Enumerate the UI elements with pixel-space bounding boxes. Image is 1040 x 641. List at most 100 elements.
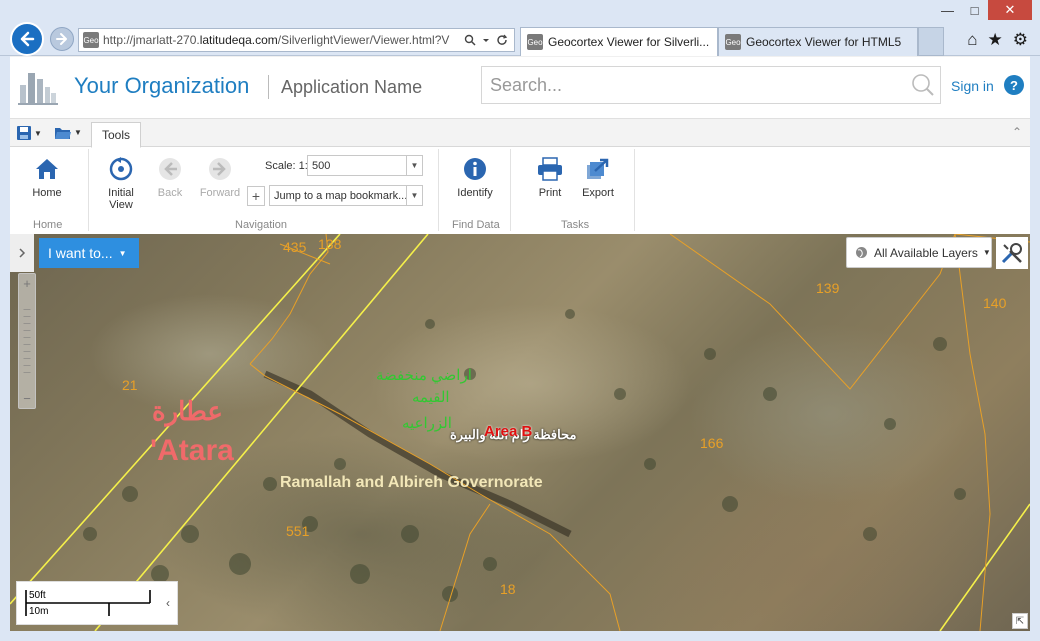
tab-label: Geocortex Viewer for Silverli...: [548, 35, 710, 49]
window-border-right: [1030, 56, 1040, 641]
parcel-label: 140: [983, 295, 1007, 311]
zoom-slider[interactable]: + — — — — — — — — — — −: [18, 273, 36, 409]
bookmark-select[interactable]: Jump to a map bookmark... ▼: [269, 185, 423, 206]
browser-back-button[interactable]: [10, 22, 44, 56]
side-panel-toggle[interactable]: [10, 234, 34, 272]
add-bookmark-button[interactable]: +: [247, 186, 265, 206]
tab-tools[interactable]: Tools: [91, 122, 141, 148]
arrow-left-icon: [20, 31, 35, 47]
chevron-down-icon[interactable]: [482, 34, 490, 46]
group-label-navigation: Navigation: [235, 219, 287, 231]
initial-view-button[interactable]: Initial View: [102, 155, 140, 211]
folder-icon: [55, 128, 71, 139]
export-icon: [584, 155, 612, 183]
export-label: Export: [582, 187, 614, 199]
gear-icon[interactable]: ⚙: [1013, 30, 1028, 50]
search-icon[interactable]: [464, 34, 476, 46]
print-button[interactable]: Print: [534, 155, 566, 199]
initial-view-label: Initial View: [108, 187, 134, 211]
collapse-toolbar-icon[interactable]: ⌃: [1012, 125, 1022, 139]
search-input[interactable]: [482, 67, 906, 103]
search-icon[interactable]: [906, 73, 940, 97]
expand-map-icon[interactable]: ⇱: [1012, 613, 1028, 629]
globe-icon: [856, 247, 867, 258]
site-favicon-icon: Geo: [725, 34, 741, 50]
header-divider: [268, 75, 269, 99]
zoom-out-icon[interactable]: −: [23, 391, 31, 406]
browser-chrome: — □ ✕ Geo http://jmarlatt-270.latitudeqa…: [0, 0, 1040, 56]
sign-in-link[interactable]: Sign in: [951, 78, 994, 94]
tab-html5-viewer[interactable]: Geo Geocortex Viewer for HTML5: [718, 27, 918, 56]
map-canvas[interactable]: 435 138 139 140 21 166 551 18 19 اراضي م…: [10, 234, 1030, 631]
export-button[interactable]: Export: [578, 155, 618, 199]
close-window-button[interactable]: ✕: [988, 0, 1032, 20]
window-border-bottom: [0, 631, 1040, 641]
group-divider: [510, 149, 511, 231]
initial-view-icon: [107, 155, 135, 183]
map-tools-button[interactable]: [996, 237, 1028, 269]
star-icon[interactable]: ★: [988, 30, 1003, 50]
chevron-down-icon: ▼: [982, 248, 991, 257]
zoom-track[interactable]: — — — — — — — — — —: [24, 306, 31, 376]
group-label-tasks: Tasks: [561, 219, 590, 231]
address-url[interactable]: http://jmarlatt-270.latitudeqa.com/Silve…: [103, 33, 458, 47]
identify-label: Identify: [457, 187, 493, 199]
scale-bar-feet: 50ft: [29, 590, 46, 601]
area-label: Area B: [484, 423, 533, 440]
land-use-label: اراضي منخفضة: [376, 367, 472, 384]
scale-select[interactable]: 500 ▼: [307, 155, 423, 176]
zoom-in-icon[interactable]: +: [23, 276, 31, 291]
maximize-button[interactable]: □: [961, 0, 988, 20]
forward-label: Forward: [199, 187, 241, 199]
browser-forward-button[interactable]: [50, 27, 74, 51]
help-icon[interactable]: ?: [1004, 75, 1024, 95]
scale-label: Scale: 1:: [265, 160, 308, 172]
site-favicon-icon: Geo: [527, 34, 543, 50]
open-menu[interactable]: ▼: [54, 125, 82, 140]
chevron-down-icon: ▼: [406, 156, 422, 175]
forward-button[interactable]: Forward: [198, 155, 242, 199]
arrow-right-icon: [206, 155, 234, 183]
address-bar[interactable]: Geo http://jmarlatt-270.latitudeqa.com/S…: [78, 28, 515, 52]
bookmark-placeholder: Jump to a map bookmark...: [274, 189, 408, 202]
arrow-left-icon: [156, 155, 184, 183]
layers-dropdown[interactable]: All Available Layers ▼: [846, 237, 992, 268]
parcel-label: 139: [816, 280, 840, 296]
org-name: Your Organization: [74, 73, 250, 98]
save-icon: [17, 126, 31, 140]
tools-icon: [1001, 243, 1022, 264]
refresh-icon[interactable]: [496, 34, 508, 46]
toolbar-tabstrip: ▼ ▼ Tools ⌃: [10, 119, 1030, 148]
back-button[interactable]: Back: [152, 155, 188, 199]
group-divider: [88, 149, 89, 231]
chevron-left-icon[interactable]: ‹: [161, 593, 175, 613]
scale-value: 500: [312, 159, 331, 172]
chevron-down-icon: ▼: [74, 128, 82, 137]
back-label: Back: [157, 187, 183, 199]
parcel-label: 166: [700, 435, 724, 451]
parcel-label: 21: [122, 377, 138, 393]
chevron-down-icon: ▼: [34, 128, 42, 138]
tab-silverlight-viewer[interactable]: Geo Geocortex Viewer for Silverli... ✕: [520, 27, 718, 56]
scale-bar-meters: 10m: [29, 606, 49, 617]
toolbar: ▼ ▼ Tools ⌃ Home Home Initial View Back …: [10, 118, 1030, 234]
parcel-label: 551: [286, 523, 310, 539]
save-menu[interactable]: ▼: [16, 125, 42, 141]
printer-icon: [536, 155, 564, 183]
boundary-line: [94, 234, 429, 631]
scale-bar: 50ft 10m ‹: [16, 581, 178, 625]
info-icon: [461, 155, 489, 183]
parcel-label: 138: [318, 236, 342, 252]
chevron-down-icon: ▼: [118, 248, 127, 258]
home-button[interactable]: Home: [28, 155, 66, 199]
group-label-home: Home: [33, 219, 63, 231]
window-controls: — □ ✕: [934, 0, 1032, 20]
arrow-right-icon: [56, 33, 67, 45]
identify-button[interactable]: Identify: [454, 155, 496, 199]
i-want-to-menu[interactable]: I want to... ▼: [39, 238, 139, 268]
site-favicon-icon: Geo: [83, 32, 99, 48]
new-tab-button[interactable]: [918, 27, 944, 56]
home-icon[interactable]: ⌂: [967, 30, 977, 50]
parcel-label: 435: [283, 239, 307, 255]
minimize-button[interactable]: —: [934, 0, 961, 20]
